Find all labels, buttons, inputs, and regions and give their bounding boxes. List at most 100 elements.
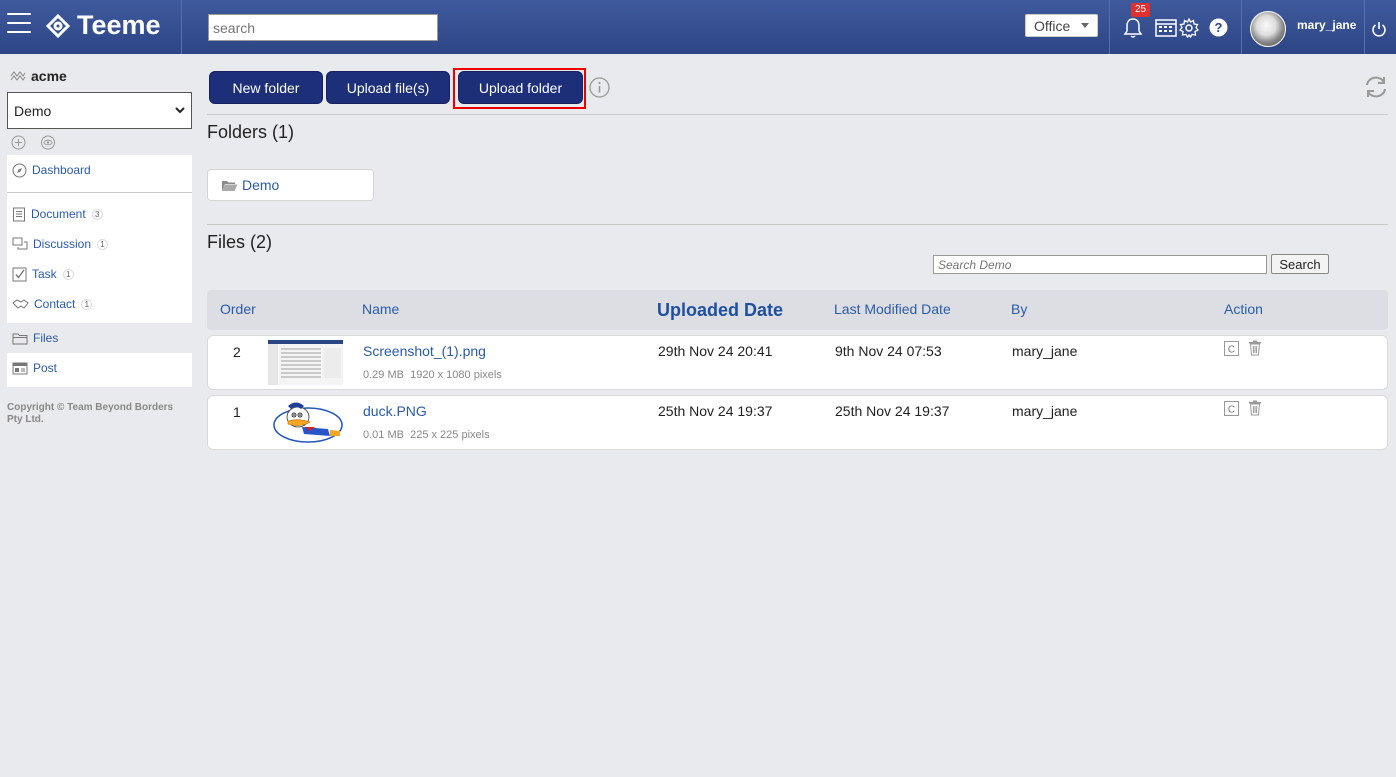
sidebar-item-post[interactable]: Post: [7, 353, 192, 383]
sidebar-item-document[interactable]: Document 3: [7, 199, 192, 229]
help-icon[interactable]: ?: [1209, 18, 1228, 37]
caret-down-icon: [1081, 23, 1089, 28]
item-count-badge: 1: [97, 238, 109, 250]
topbar-divider: [1241, 0, 1242, 54]
sidebar-item-dashboard[interactable]: Dashboard: [7, 155, 192, 185]
org-icon: [10, 71, 26, 81]
sidebar-item-contact[interactable]: Contact 1: [7, 289, 192, 319]
sidebar-item-label: Task: [32, 267, 57, 281]
file-order: 1: [233, 404, 241, 420]
sidebar-divider: [7, 185, 192, 193]
office-dropdown[interactable]: Office: [1025, 14, 1098, 37]
teeme-logo-icon: [45, 13, 71, 38]
sidebar-item-label: Files: [33, 331, 59, 345]
org-header: acme: [7, 60, 192, 92]
chevron-down-icon: [175, 107, 185, 114]
eye-icon[interactable]: [40, 135, 56, 150]
file-meta: 0.29 MB 1920 x 1080 pixels: [363, 369, 502, 381]
folder-open-icon: [222, 180, 238, 191]
sidebar-item-discussion[interactable]: Discussion 1: [7, 229, 192, 259]
file-uploaded-date: 25th Nov 24 19:37: [658, 403, 773, 419]
file-uploader: mary_jane: [1012, 403, 1078, 419]
file-uploaded-date: 29th Nov 24 20:41: [658, 343, 773, 359]
global-search-input[interactable]: [208, 14, 438, 41]
username-label[interactable]: mary_jane: [1297, 18, 1356, 32]
add-circle-icon[interactable]: [11, 135, 26, 150]
file-name-link[interactable]: Screenshot_(1).png: [363, 343, 486, 359]
column-header-order[interactable]: Order: [220, 301, 256, 317]
table-row: 1 duck.PNG 0.01 MB 225 x 225 pixels 25th…: [207, 395, 1388, 450]
file-modified-date: 25th Nov 24 19:37: [835, 403, 950, 419]
column-header-action: Action: [1224, 301, 1263, 317]
discussion-icon: [12, 237, 28, 250]
gear-icon[interactable]: [1179, 18, 1199, 38]
file-thumbnail-screenshot[interactable]: [268, 340, 343, 385]
file-meta: 0.01 MB 225 x 225 pixels: [363, 429, 490, 441]
file-thumbnail-duck[interactable]: [268, 400, 343, 445]
item-count-badge: 1: [62, 268, 74, 280]
document-icon: [13, 207, 25, 221]
svg-text:C: C: [1228, 345, 1235, 356]
copyright-line: Copyright © Team Beyond Borders: [7, 402, 174, 413]
copy-icon[interactable]: C: [1224, 341, 1239, 356]
sidebar-item-label: Contact: [34, 297, 76, 311]
power-icon[interactable]: [1371, 21, 1387, 38]
calendar-icon[interactable]: [1155, 17, 1177, 37]
sidebar-nav: Dashboard Document 3 Discussion 1 Task 1…: [7, 155, 192, 387]
folder-item[interactable]: Demo: [207, 169, 374, 201]
column-header-last-modified[interactable]: Last Modified Date: [834, 301, 951, 317]
file-uploader: mary_jane: [1012, 343, 1078, 359]
trash-icon[interactable]: [1248, 340, 1262, 356]
section-divider: [207, 114, 1388, 115]
files-table-header: Order Name Uploaded Date Last Modified D…: [207, 290, 1388, 330]
project-dropdown-value: Demo: [14, 102, 52, 119]
post-icon: [12, 362, 28, 374]
app-name: Teeme: [77, 10, 161, 40]
app-logo[interactable]: Teeme: [45, 10, 161, 41]
file-order: 2: [233, 344, 241, 360]
copy-icon[interactable]: C: [1224, 401, 1239, 416]
table-row: 2 Screenshot_(1).png 0.29 MB 1920 x 1080…: [207, 335, 1388, 390]
files-search-button[interactable]: Search: [1271, 254, 1329, 274]
sidebar-item-label: Discussion: [33, 237, 92, 251]
file-name-link[interactable]: duck.PNG: [363, 403, 427, 419]
files-search-input[interactable]: [933, 255, 1267, 274]
file-size: 0.01 MB: [363, 429, 404, 441]
info-icon[interactable]: [589, 77, 610, 98]
handshake-icon: [12, 299, 29, 309]
sidebar-item-files[interactable]: Files: [7, 323, 192, 353]
new-folder-button[interactable]: New folder: [209, 71, 323, 104]
item-count-badge: 3: [91, 208, 103, 220]
org-name: acme: [31, 68, 67, 84]
trash-icon[interactable]: [1248, 400, 1262, 416]
svg-text:C: C: [1228, 405, 1235, 416]
column-header-name[interactable]: Name: [362, 301, 399, 317]
refresh-icon[interactable]: [1364, 76, 1388, 98]
compass-icon: [12, 163, 27, 177]
folder-icon: [12, 333, 28, 344]
column-header-by[interactable]: By: [1011, 301, 1027, 317]
files-title: Files (2): [207, 232, 273, 252]
sidebar-mini-toolbar: [7, 129, 192, 155]
file-size: 0.29 MB: [363, 369, 404, 381]
user-avatar[interactable]: [1250, 11, 1286, 47]
file-dimensions: 225 x 225 pixels: [410, 429, 490, 441]
folder-name: Demo: [242, 177, 280, 193]
upload-folder-button[interactable]: Upload folder: [458, 71, 583, 104]
copyright-text: Copyright © Team Beyond Borders Pty Ltd.: [7, 402, 192, 426]
sidebar-item-task[interactable]: Task 1: [7, 259, 192, 289]
copyright-line: Pty Ltd.: [7, 414, 44, 425]
topbar-divider: [1109, 0, 1110, 54]
top-bar: Teeme Office 25 ? mary_jane: [0, 0, 1396, 54]
hamburger-menu-icon[interactable]: [7, 13, 31, 37]
sidebar: acme Demo Dashboard Document 3 Discussio…: [7, 60, 192, 426]
office-dropdown-label: Office: [1034, 17, 1071, 34]
notification-badge: 25: [1131, 3, 1151, 17]
bell-icon[interactable]: [1123, 17, 1143, 39]
column-header-uploaded-date[interactable]: Uploaded Date: [657, 300, 783, 321]
project-dropdown[interactable]: Demo: [7, 92, 192, 129]
sidebar-item-label: Document: [31, 207, 86, 221]
upload-files-button[interactable]: Upload file(s): [326, 71, 450, 104]
folders-title: Folders (1): [207, 122, 295, 142]
